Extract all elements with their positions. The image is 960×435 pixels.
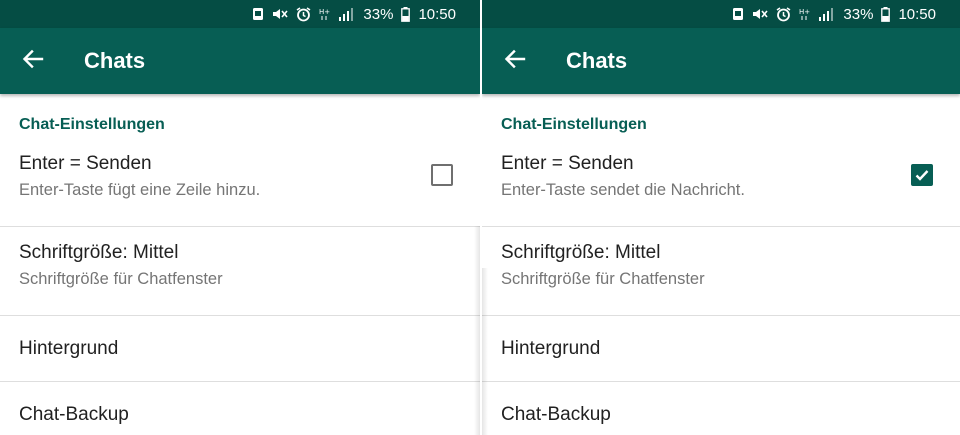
status-bar: H+ 33% 10:50 — [482, 0, 960, 28]
network-type-icon: H+ — [799, 7, 811, 21]
setting-wallpaper[interactable]: Hintergrund — [0, 316, 480, 382]
clock: 10:50 — [898, 5, 936, 23]
setting-title: Hintergrund — [19, 338, 119, 359]
app-bar: Chats — [482, 28, 960, 94]
setting-title: Enter = Senden — [19, 153, 152, 174]
enter-send-checkbox[interactable] — [431, 164, 453, 186]
setting-subtitle: Enter-Taste fügt eine Zeile hinzu. — [19, 181, 261, 199]
notification-icon — [732, 7, 744, 21]
setting-font-size[interactable]: Schriftgröße: Mittel Schriftgröße für Ch… — [482, 227, 960, 316]
battery-percentage: 33% — [843, 5, 874, 23]
page-title: Chats — [84, 48, 146, 73]
setting-wallpaper[interactable]: Hintergrund — [482, 316, 960, 382]
signal-icon — [339, 7, 354, 21]
mute-icon — [752, 7, 769, 21]
setting-subtitle: Schriftgröße für Chatfenster — [501, 270, 705, 288]
setting-chat-backup[interactable]: Chat-Backup — [0, 382, 480, 435]
status-bar: H+ 33% 10:50 — [0, 0, 480, 28]
back-button[interactable] — [0, 28, 66, 94]
section-header: Chat-Einstellungen — [501, 116, 647, 133]
signal-icon — [819, 7, 834, 21]
svg-text:H+: H+ — [799, 8, 810, 16]
setting-title: Schriftgröße: Mittel — [19, 242, 179, 263]
setting-title: Schriftgröße: Mittel — [501, 242, 661, 263]
setting-title: Hintergrund — [501, 338, 601, 359]
setting-title: Enter = Senden — [501, 153, 634, 174]
battery-icon — [881, 6, 891, 22]
mute-icon — [272, 7, 289, 21]
battery-percentage: 33% — [363, 5, 394, 23]
back-arrow-icon — [504, 48, 526, 75]
setting-subtitle: Schriftgröße für Chatfenster — [19, 270, 223, 288]
notification-icon — [252, 7, 264, 21]
enter-send-checkbox[interactable] — [911, 164, 933, 186]
back-arrow-icon — [22, 48, 44, 75]
alarm-icon — [776, 6, 791, 22]
setting-enter-send[interactable]: Enter = Senden Enter-Taste fügt eine Zei… — [0, 138, 480, 227]
section-header: Chat-Einstellungen — [19, 116, 165, 133]
alarm-icon — [296, 6, 311, 22]
setting-chat-backup[interactable]: Chat-Backup — [482, 382, 960, 435]
battery-icon — [401, 6, 411, 22]
clock: 10:50 — [418, 5, 456, 23]
back-button[interactable] — [482, 28, 548, 94]
edge-shadow — [482, 268, 488, 435]
app-bar: Chats — [0, 28, 480, 94]
network-type-icon: H+ — [319, 7, 331, 21]
screen-left: H+ 33% 10:50 Chats Chat-Einstellungen En… — [0, 0, 480, 435]
page-title: Chats — [566, 48, 628, 73]
setting-title: Chat-Backup — [501, 404, 611, 425]
setting-title: Chat-Backup — [19, 404, 129, 425]
svg-text:H+: H+ — [319, 8, 330, 16]
setting-enter-send[interactable]: Enter = Senden Enter-Taste sendet die Na… — [482, 138, 960, 227]
setting-subtitle: Enter-Taste sendet die Nachricht. — [501, 181, 745, 199]
setting-font-size[interactable]: Schriftgröße: Mittel Schriftgröße für Ch… — [0, 227, 480, 316]
screen-right: H+ 33% 10:50 Chats Chat-Einstellungen En… — [482, 0, 960, 435]
edge-shadow — [474, 226, 480, 435]
